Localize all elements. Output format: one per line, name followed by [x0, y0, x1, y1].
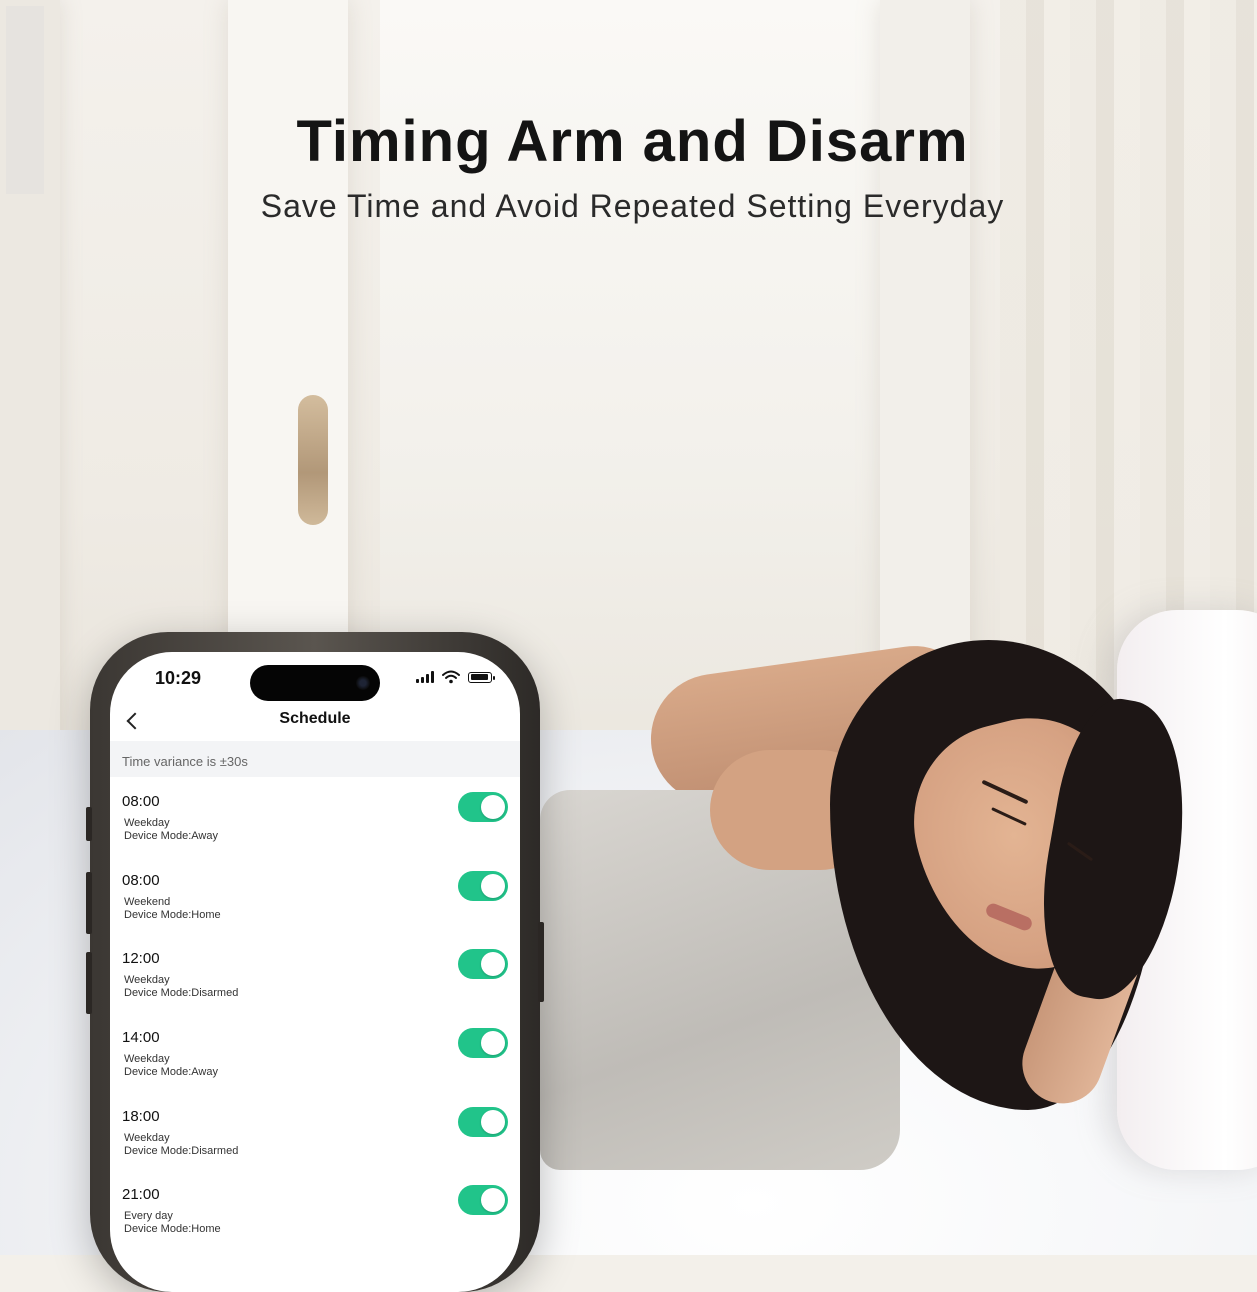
window-handle [298, 395, 328, 525]
toggle-knob [481, 1031, 505, 1056]
nav-bar: Schedule [110, 704, 520, 740]
schedule-time: 12:00 [122, 950, 160, 968]
schedule-mode: Device Mode:Away [124, 1066, 218, 1079]
window-frame-right [880, 0, 970, 700]
toggle-knob [481, 952, 505, 977]
schedule-days: Weekend [124, 895, 171, 908]
schedule-time: 14:00 [122, 1029, 160, 1047]
side-button [86, 807, 92, 841]
headline-subtitle: Save Time and Avoid Repeated Setting Eve… [260, 188, 1005, 224]
schedule-toggle[interactable] [458, 792, 508, 822]
status-icons [416, 670, 495, 684]
schedule-days: Weekday [124, 817, 170, 829]
wifi-icon [442, 670, 460, 684]
dynamic-island [250, 665, 380, 701]
schedule-toggle[interactable] [458, 1185, 508, 1216]
battery-icon [468, 671, 495, 683]
time-variance-note: Time variance is ±30s [110, 741, 520, 777]
schedule-mode: Device Mode:Home [124, 1223, 221, 1236]
toggle-knob [481, 1109, 505, 1134]
schedule-toggle[interactable] [458, 949, 508, 980]
schedule-item[interactable]: 12:00 Weekday Device Mode:Disarmed [110, 934, 520, 1013]
schedule-time: 18:00 [122, 1107, 160, 1125]
schedule-toggle[interactable] [458, 1106, 508, 1137]
schedule-days: Weekday [124, 1131, 170, 1144]
schedule-days: Every day [124, 1210, 173, 1223]
schedule-mode: Device Mode:Away [124, 830, 218, 842]
schedule-time: 08:00 [122, 793, 160, 810]
toggle-knob [481, 1188, 505, 1213]
volume-down-button [86, 952, 92, 1014]
toggle-knob [481, 873, 505, 898]
camera-icon [356, 676, 370, 690]
schedule-time: 21:00 [122, 1186, 160, 1204]
schedule-toggle[interactable] [458, 870, 508, 901]
schedule-item[interactable]: 08:00 Weekend Device Mode:Home [110, 856, 520, 935]
signal-icon [416, 671, 434, 683]
status-time: 10:29 [155, 668, 202, 688]
schedule-mode: Device Mode:Home [124, 908, 221, 921]
schedule-time: 08:00 [122, 871, 160, 889]
schedule-mode: Device Mode:Disarmed [124, 1144, 239, 1157]
page-title: Schedule [279, 710, 351, 727]
schedule-days: Weekday [124, 974, 170, 987]
schedule-list: 08:00 Weekday Device Mode:Away 08:00 Weekend… [110, 777, 520, 1249]
sleeping-woman [540, 637, 1257, 1200]
schedule-item[interactable]: 14:00 Weekday Device Mode:Away [110, 1013, 520, 1092]
schedule-mode: Device Mode:Disarmed [124, 987, 239, 1000]
schedule-item[interactable]: 18:00 Weekday Device Mode:Disarmed [110, 1092, 520, 1171]
phone-screen: 10:29 Schedule Time variance is ±30s 08:… [110, 652, 520, 1292]
power-button [538, 922, 544, 1002]
toggle-knob [481, 795, 505, 819]
schedule-item[interactable]: 21:00 Every day Device Mode:Home [110, 1170, 520, 1249]
schedule-days: Weekday [124, 1053, 170, 1066]
schedule-item[interactable]: 08:00 Weekday Device Mode:Away [110, 777, 520, 856]
schedule-toggle[interactable] [458, 1028, 508, 1059]
headline-title: Timing Arm and Disarm [296, 109, 969, 174]
volume-up-button [86, 872, 92, 934]
